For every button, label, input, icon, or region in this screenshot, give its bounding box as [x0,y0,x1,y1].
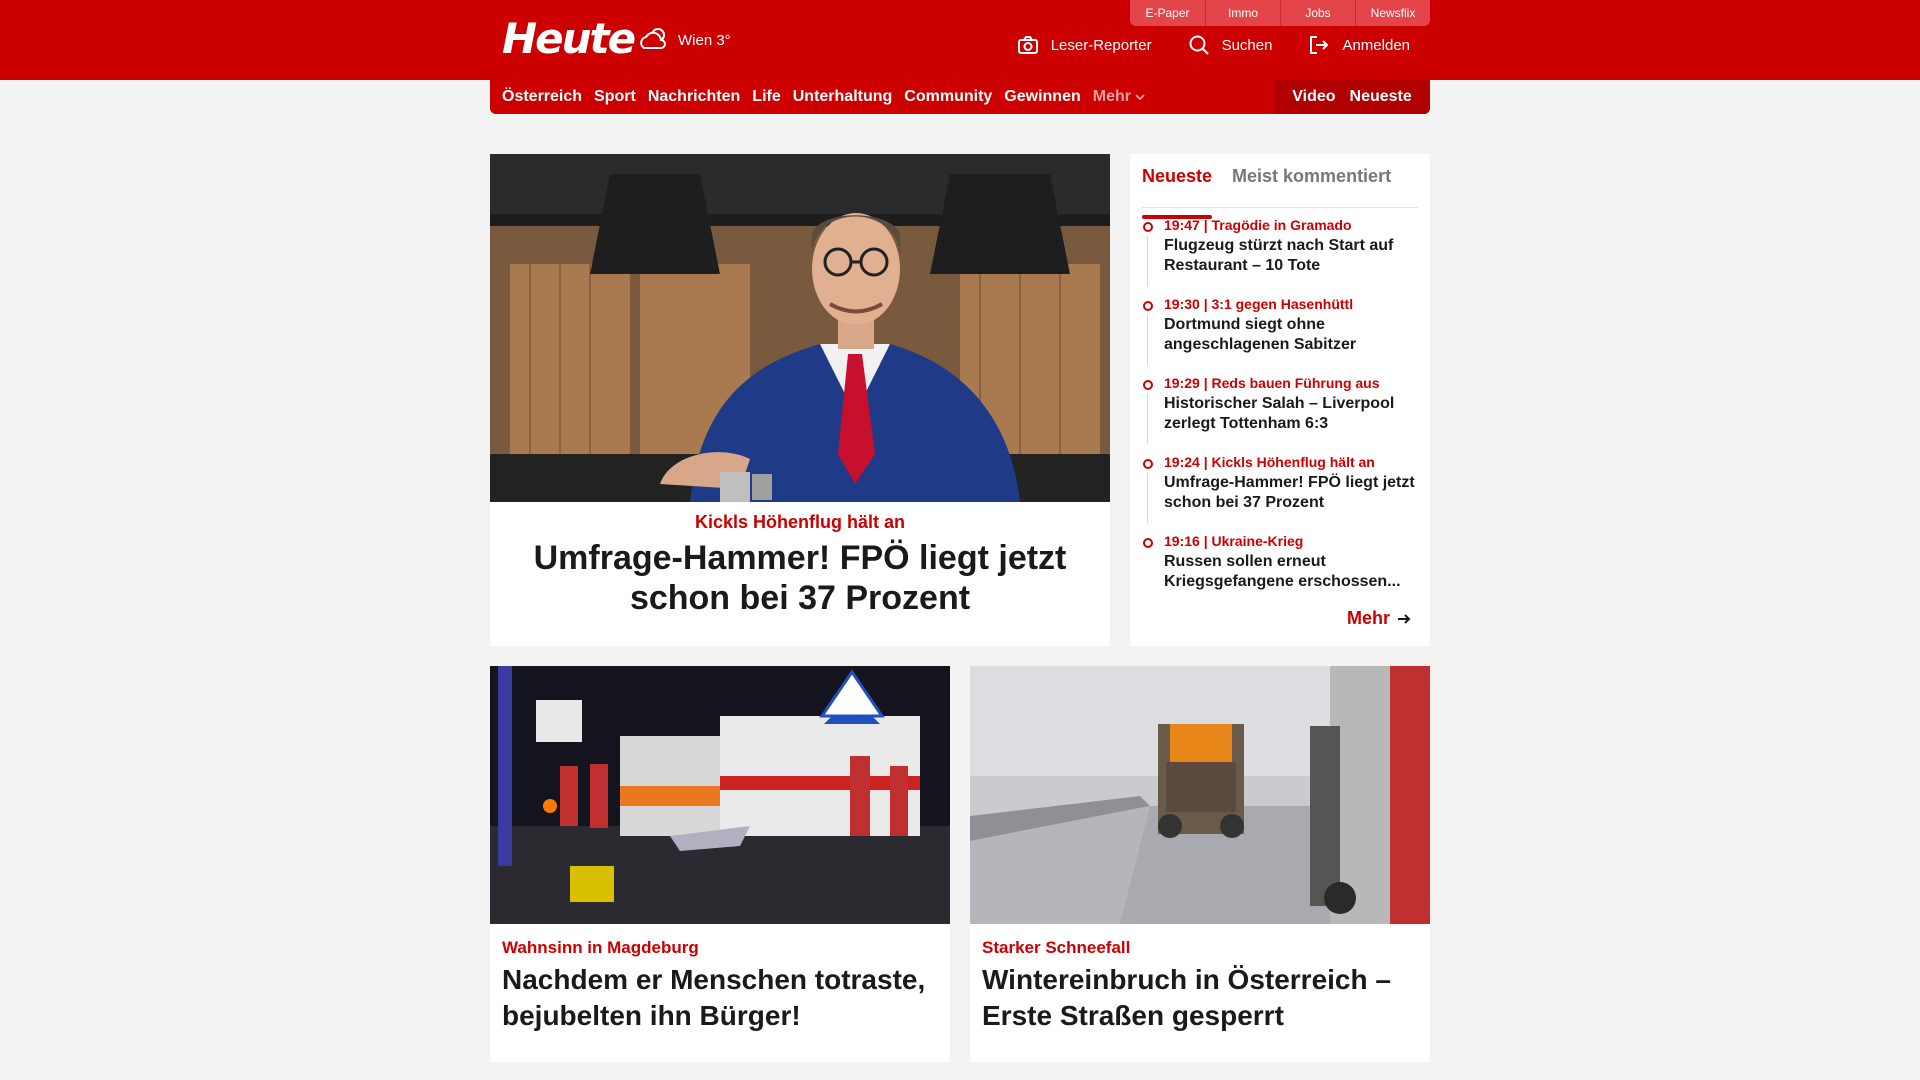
feed-item-meta: 19:16 | Ukraine-Krieg [1164,533,1304,549]
nav-item-life[interactable]: Life [752,88,780,106]
timeline-dot-icon [1143,380,1153,390]
login-button[interactable]: Anmelden [1308,34,1410,56]
login-label: Anmelden [1342,36,1410,54]
card-title[interactable]: Nachdem er Menschen totraste, bejubelten… [502,962,932,1034]
timeline-dot-icon [1143,301,1153,311]
timeline-line [1147,236,1148,286]
top-header: Heute Wien 3° E-Paper Immo Jobs Newsflix… [0,0,1920,80]
heute-logo[interactable]: Heute [502,14,636,63]
latest-news-sidebar: Neueste Meist kommentiert 19:47 | Tragöd… [1130,154,1430,646]
leser-reporter-label: Leser-Reporter [1050,36,1152,54]
feed-item-title[interactable]: Flugzeug stürzt nach Start auf Restauran… [1164,236,1418,276]
article-image-magdeburg[interactable] [490,666,950,924]
search-label: Suchen [1221,36,1273,54]
nav-item-community[interactable]: Community [904,88,992,106]
feed-item[interactable]: 19:29 | Reds bauen Führung aus Historisc… [1142,374,1418,453]
sidebar-more-label: Mehr [1346,608,1390,628]
camera-icon [1017,34,1039,56]
feed-item[interactable]: 19:16 | Ukraine-Krieg Russen sollen erne… [1142,532,1418,611]
chevron-down-icon [1135,93,1145,101]
timeline-dot-icon [1143,222,1153,232]
header-actions: Leser-Reporter Suchen Anmelden [1017,34,1410,56]
nav-item-sport[interactable]: Sport [594,88,636,106]
feed-item-title[interactable]: Dortmund siegt ohne angeschlagenen Sabit… [1164,315,1418,355]
hero-kicker: Kickls Höhenflug hält an [694,512,906,532]
feed-item-title[interactable]: Umfrage-Hammer! FPÖ liegt jetzt schon be… [1164,473,1418,513]
search-icon [1188,34,1210,56]
hero-image[interactable] [490,154,1110,502]
nav-more-label: Mehr [1092,88,1131,105]
timeline-dot-icon [1143,459,1153,469]
service-link-jobs[interactable]: Jobs [1280,0,1355,26]
nav-right: Video Neueste [1274,80,1430,114]
header-inner: Heute Wien 3° E-Paper Immo Jobs Newsflix… [490,0,1430,80]
nav-more-dropdown[interactable]: Mehr [1093,88,1145,106]
sidebar-more-link[interactable]: Mehr [1347,608,1412,629]
weather-label: Wien 3° [678,31,731,49]
tab-neueste[interactable]: Neueste [1142,162,1213,219]
article-card-magdeburg[interactable]: Wahnsinn in Magdeburg Nachdem er Mensche… [490,666,950,1062]
feed-item[interactable]: 19:24 | Kickls Höhenflug hält an Umfrage… [1142,453,1418,532]
feed-item-title[interactable]: Historischer Salah – Liverpool zerlegt T… [1164,394,1418,434]
timeline-dot-icon [1143,538,1153,548]
service-links: E-Paper Immo Jobs Newsflix [1130,0,1430,26]
timeline-line [1147,315,1148,365]
nav-item-gewinnen[interactable]: Gewinnen [1004,88,1080,106]
tab-meist-kommentiert[interactable]: Meist kommentiert [1232,162,1391,207]
card-title[interactable]: Wintereinbruch in Österreich – Erste Str… [982,962,1412,1034]
feed-item-meta: 19:30 | 3:1 gegen Hasenhüttl [1164,296,1354,312]
feed-item[interactable]: 19:47 | Tragödie in Gramado Flugzeug stü… [1142,216,1418,295]
nav-video[interactable]: Video [1292,88,1335,106]
feed-item-title[interactable]: Russen sollen erneut Kriegsgefangene ers… [1164,552,1418,592]
card-kicker: Wahnsinn in Magdeburg [502,938,699,957]
service-link-newsflix[interactable]: Newsflix [1355,0,1430,26]
article-card-schneefall[interactable]: Starker Schneefall Wintereinbruch in Öst… [970,666,1430,1062]
nav-item-oesterreich[interactable]: Österreich [502,88,582,106]
nav-neueste[interactable]: Neueste [1350,88,1412,106]
service-link-epaper[interactable]: E-Paper [1130,0,1205,26]
service-link-immo[interactable]: Immo [1205,0,1280,26]
feed-item-meta: 19:47 | Tragödie in Gramado [1164,217,1352,233]
sidebar-tabs: Neueste Meist kommentiert [1142,162,1418,219]
leser-reporter-button[interactable]: Leser-Reporter [1017,34,1152,56]
nav-item-unterhaltung[interactable]: Unterhaltung [793,88,893,106]
news-feed: 19:47 | Tragödie in Gramado Flugzeug stü… [1142,216,1418,611]
cloud-sun-icon [638,26,670,54]
article-image-schneefall[interactable] [970,666,1430,924]
main-nav: Österreich Sport Nachrichten Life Unterh… [490,80,1430,114]
card-kicker: Starker Schneefall [982,938,1131,957]
arrow-right-icon [1396,611,1412,627]
weather-widget[interactable]: Wien 3° [638,26,731,54]
feed-item-meta: 19:29 | Reds bauen Führung aus [1164,375,1380,391]
hero-article[interactable]: Kickls Höhenflug hält an Umfrage-Hammer!… [490,154,1110,646]
timeline-line [1147,473,1148,523]
feed-item[interactable]: 19:30 | 3:1 gegen Hasenhüttl Dortmund si… [1142,295,1418,374]
nav-item-nachrichten[interactable]: Nachrichten [648,88,740,106]
hero-title[interactable]: Umfrage-Hammer! FPÖ liegt jetzt schon be… [490,538,1110,618]
nav-items: Österreich Sport Nachrichten Life Unterh… [490,88,1145,106]
feed-item-meta: 19:24 | Kickls Höhenflug hält an [1164,454,1375,470]
login-icon [1308,34,1330,56]
timeline-line [1147,394,1148,444]
search-button[interactable]: Suchen [1188,34,1273,56]
